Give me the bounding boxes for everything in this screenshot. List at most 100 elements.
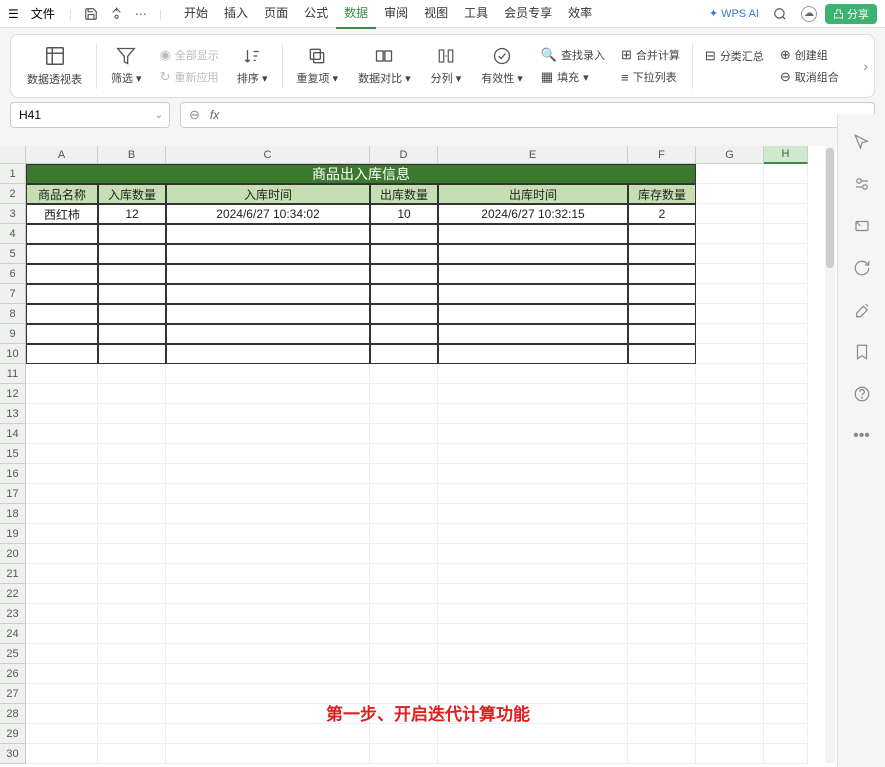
cell[interactable] — [438, 604, 628, 624]
cell[interactable] — [166, 484, 370, 504]
cell[interactable] — [628, 544, 696, 564]
cell[interactable] — [370, 564, 438, 584]
cell[interactable] — [370, 644, 438, 664]
cell[interactable] — [98, 404, 166, 424]
row-header-15[interactable]: 15 — [0, 444, 26, 464]
cell[interactable] — [98, 564, 166, 584]
cell[interactable] — [696, 684, 764, 704]
row-header-26[interactable]: 26 — [0, 664, 26, 684]
cell[interactable] — [98, 644, 166, 664]
cell[interactable] — [696, 264, 764, 284]
cell[interactable] — [628, 244, 696, 264]
cell[interactable] — [696, 484, 764, 504]
cell[interactable] — [696, 544, 764, 564]
cell[interactable] — [166, 664, 370, 684]
cell[interactable] — [438, 344, 628, 364]
cell[interactable] — [628, 584, 696, 604]
cell[interactable] — [764, 464, 808, 484]
printer-icon[interactable] — [104, 7, 129, 20]
cell[interactable] — [370, 464, 438, 484]
cell[interactable] — [764, 264, 808, 284]
cell[interactable] — [696, 344, 764, 364]
col-header-H[interactable]: H — [764, 146, 808, 164]
more-dots-icon[interactable]: ••• — [852, 426, 872, 446]
cell[interactable] — [696, 744, 764, 764]
col-header-F[interactable]: F — [628, 146, 696, 164]
cell[interactable]: 出库数量 — [370, 184, 438, 204]
cell[interactable] — [628, 424, 696, 444]
cell[interactable] — [764, 444, 808, 464]
cell[interactable] — [370, 264, 438, 284]
cell[interactable] — [166, 364, 370, 384]
cell[interactable]: 入库时间 — [166, 184, 370, 204]
cell[interactable] — [166, 584, 370, 604]
cell[interactable] — [26, 304, 98, 324]
cell[interactable]: 12 — [98, 204, 166, 224]
cell[interactable] — [438, 564, 628, 584]
cell[interactable] — [26, 224, 98, 244]
cell[interactable] — [98, 624, 166, 644]
cell[interactable] — [438, 624, 628, 644]
cell[interactable] — [26, 564, 98, 584]
col-header-G[interactable]: G — [696, 146, 764, 164]
select-all-corner[interactable] — [0, 146, 26, 164]
cell[interactable] — [628, 284, 696, 304]
cell[interactable] — [438, 484, 628, 504]
cell[interactable] — [628, 684, 696, 704]
cell[interactable] — [26, 444, 98, 464]
cell[interactable] — [370, 224, 438, 244]
cell[interactable] — [628, 324, 696, 344]
cell[interactable] — [764, 504, 808, 524]
cell[interactable] — [438, 504, 628, 524]
row-header-2[interactable]: 2 — [0, 184, 26, 204]
cell[interactable]: 2024/6/27 10:32:15 — [438, 204, 628, 224]
dropdown-list-button[interactable]: ≡下拉列表 — [621, 69, 680, 85]
cell[interactable] — [166, 644, 370, 664]
cell[interactable] — [98, 424, 166, 444]
cell[interactable] — [166, 444, 370, 464]
cell[interactable] — [98, 484, 166, 504]
cell[interactable] — [370, 424, 438, 444]
cell[interactable] — [98, 384, 166, 404]
cell[interactable] — [764, 284, 808, 304]
cell[interactable] — [370, 544, 438, 564]
cell[interactable] — [370, 604, 438, 624]
cell[interactable] — [764, 324, 808, 344]
row-header-21[interactable]: 21 — [0, 564, 26, 584]
row-header-17[interactable]: 17 — [0, 484, 26, 504]
cell[interactable] — [764, 224, 808, 244]
cell[interactable] — [98, 304, 166, 324]
cell[interactable] — [764, 624, 808, 644]
cell[interactable] — [370, 524, 438, 544]
cell[interactable] — [628, 524, 696, 544]
row-header-5[interactable]: 5 — [0, 244, 26, 264]
subtotal-button[interactable]: ⊟分类汇总 — [705, 48, 764, 64]
cell[interactable] — [696, 444, 764, 464]
row-header-3[interactable]: 3 — [0, 204, 26, 224]
cell[interactable] — [628, 624, 696, 644]
cell[interactable] — [438, 584, 628, 604]
cell[interactable] — [166, 224, 370, 244]
tab-插入[interactable]: 插入 — [216, 0, 256, 29]
cell[interactable] — [98, 224, 166, 244]
refresh-icon[interactable] — [852, 258, 872, 278]
cell[interactable] — [628, 504, 696, 524]
cell[interactable] — [166, 404, 370, 424]
cell[interactable] — [98, 664, 166, 684]
cell[interactable] — [438, 304, 628, 324]
cell[interactable] — [764, 704, 808, 724]
cell[interactable] — [696, 564, 764, 584]
row-header-29[interactable]: 29 — [0, 724, 26, 744]
cell[interactable] — [696, 244, 764, 264]
cell[interactable] — [166, 544, 370, 564]
cell[interactable]: 库存数量 — [628, 184, 696, 204]
find-entry-button[interactable]: 🔍查找录入 — [541, 47, 605, 63]
cell[interactable] — [438, 744, 628, 764]
cell[interactable] — [26, 544, 98, 564]
cell[interactable] — [438, 444, 628, 464]
row-header-10[interactable]: 10 — [0, 344, 26, 364]
cell[interactable] — [98, 684, 166, 704]
row-header-28[interactable]: 28 — [0, 704, 26, 724]
cell[interactable] — [628, 744, 696, 764]
cell[interactable] — [696, 704, 764, 724]
